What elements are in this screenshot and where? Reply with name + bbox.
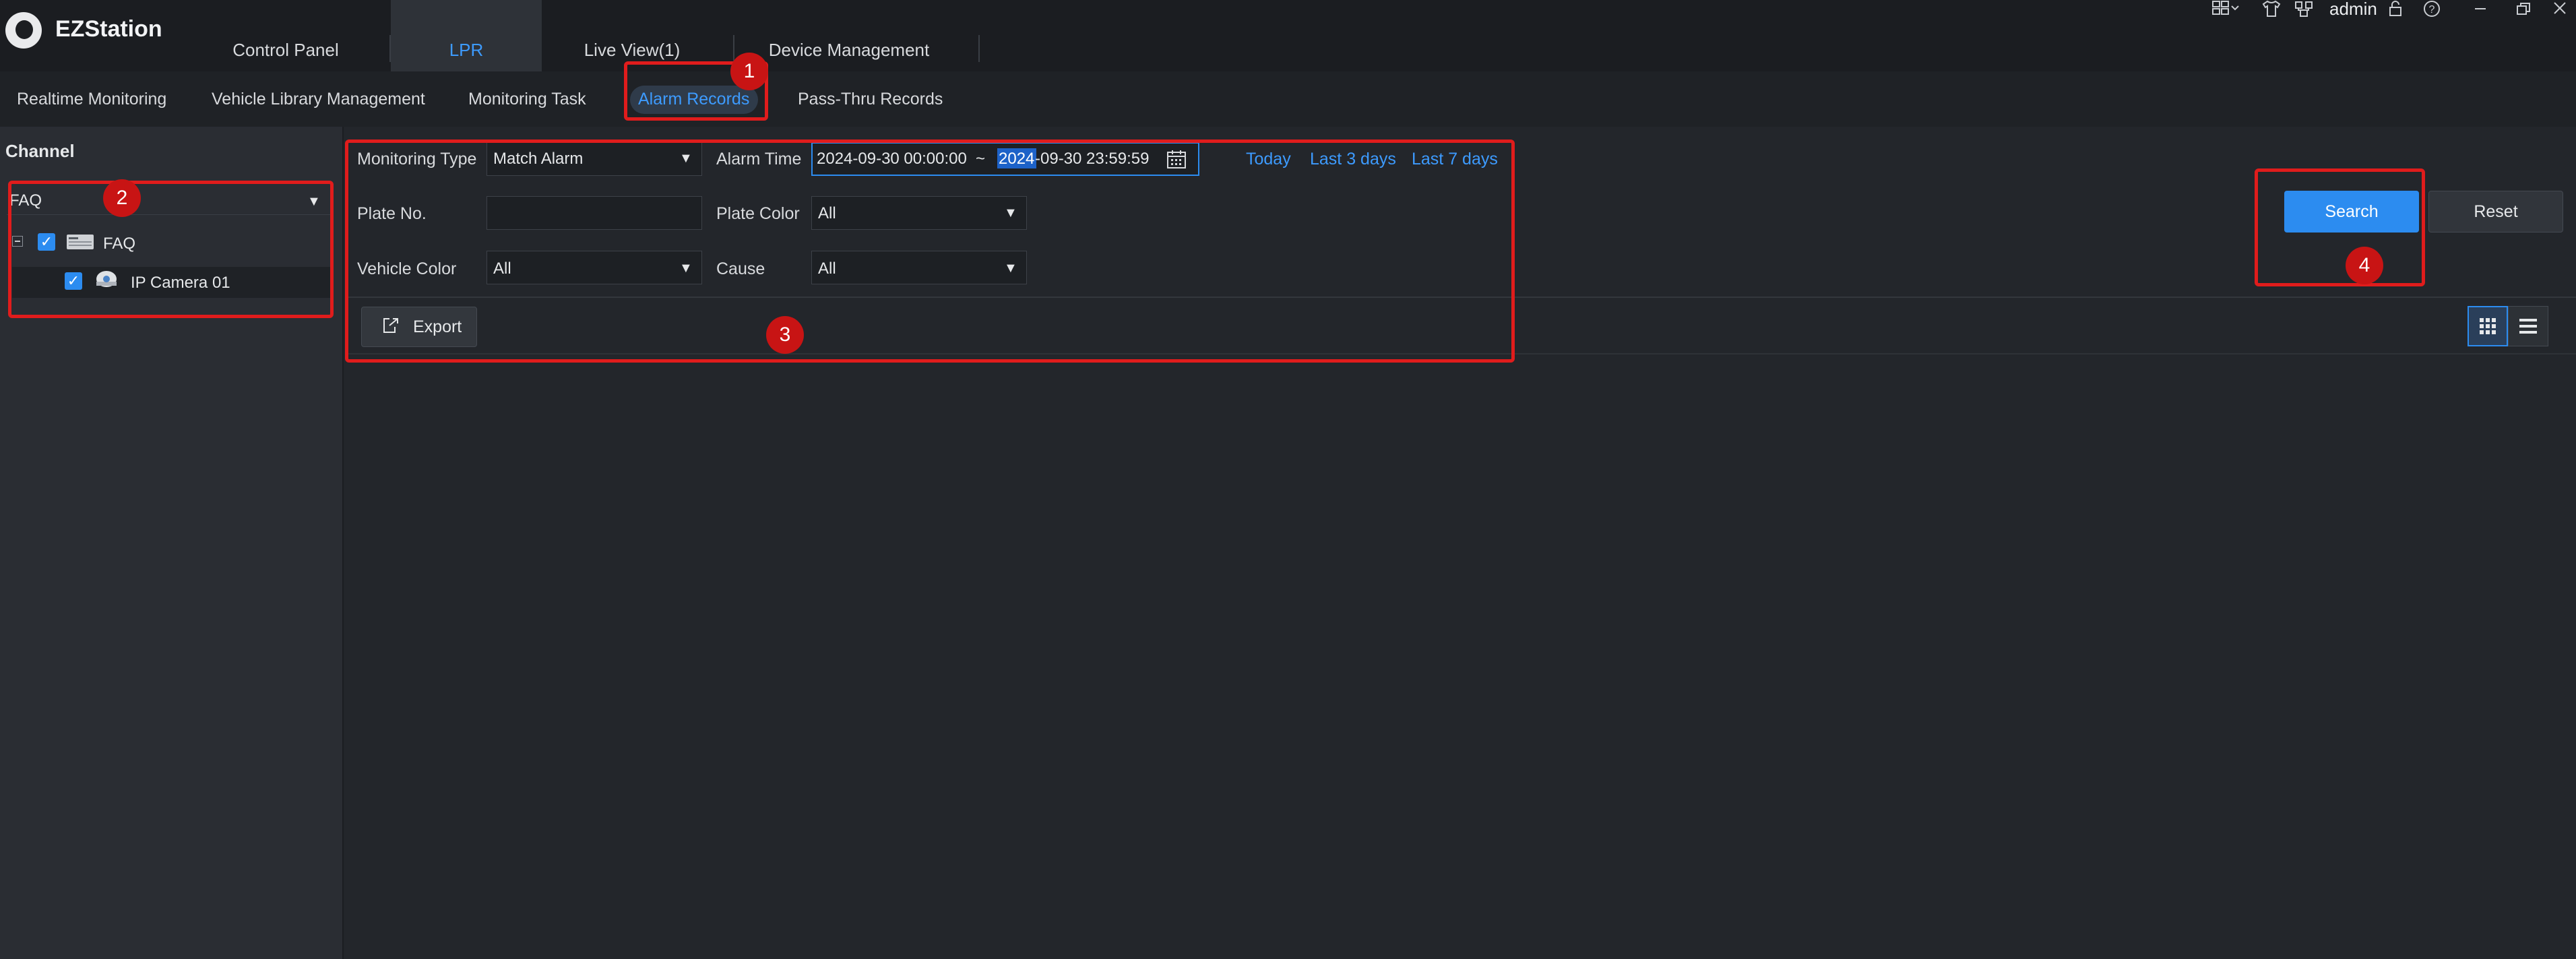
help-icon[interactable]: ? [2422, 0, 2441, 18]
title-bar [0, 0, 2576, 71]
subtab-vehicle-library-management[interactable]: Vehicle Library Management [212, 71, 425, 127]
reset-button[interactable]: Reset [2428, 191, 2563, 233]
layout-grid-icon[interactable] [2211, 0, 2241, 18]
svg-text:?: ? [2429, 4, 2435, 16]
close-icon[interactable] [2551, 0, 2569, 18]
annotation-box-2 [8, 181, 334, 318]
list-view-icon [2519, 319, 2537, 334]
network-icon[interactable] [2294, 0, 2314, 18]
skin-shirt-icon[interactable] [2261, 0, 2282, 18]
subtab-pass-thru-records[interactable]: Pass-Thru Records [798, 71, 943, 127]
tab-device-management[interactable]: Device Management [741, 0, 957, 71]
channel-title: Channel [5, 141, 75, 161]
annotation-box-4 [2255, 168, 2425, 286]
annotation-badge-3: 3 [766, 316, 804, 354]
app-logo-inner [15, 20, 33, 39]
subtab-realtime-monitoring[interactable]: Realtime Monitoring [17, 71, 166, 127]
tab-divider [978, 35, 980, 62]
restore-icon[interactable] [2515, 0, 2532, 18]
annotation-badge-2: 2 [103, 179, 141, 217]
annotation-box-3 [345, 140, 1515, 363]
grid-view-icon [2480, 318, 2496, 334]
user-name[interactable]: admin [2329, 0, 2377, 18]
annotation-badge-4: 4 [2346, 247, 2383, 284]
lock-icon[interactable] [2387, 0, 2404, 18]
tab-control-panel[interactable]: Control Panel [195, 0, 376, 71]
tab-lpr[interactable]: LPR [391, 0, 542, 71]
list-view-button[interactable] [2508, 306, 2548, 346]
tab-divider [733, 35, 734, 62]
subtab-monitoring-task[interactable]: Monitoring Task [468, 71, 586, 127]
minimize-icon[interactable] [2472, 0, 2489, 18]
grid-view-button[interactable] [2468, 306, 2508, 346]
annotation-badge-1: 1 [730, 53, 768, 90]
app-title: EZStation [55, 16, 162, 42]
